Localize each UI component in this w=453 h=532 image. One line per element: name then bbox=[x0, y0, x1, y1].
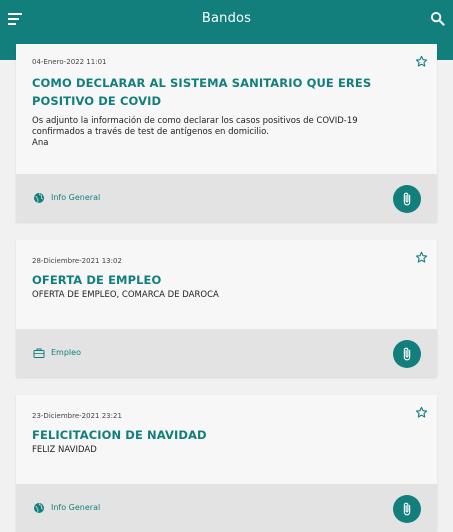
star-icon[interactable] bbox=[415, 55, 428, 68]
post-date: 23-Diciembre-2021 23:21 bbox=[32, 412, 122, 420]
category-label: Info General bbox=[51, 503, 101, 512]
attachment-button[interactable] bbox=[393, 340, 421, 368]
paperclip-icon bbox=[403, 192, 411, 206]
post-description: OFERTA DE EMPLEO, COMARCA DE DAROCA bbox=[32, 290, 219, 300]
post-footer: Info General bbox=[16, 484, 437, 532]
post-footer: Info General bbox=[16, 174, 437, 222]
star-icon[interactable] bbox=[415, 406, 428, 419]
page-title: Bandos bbox=[201, 11, 252, 26]
post-description: FELIZ NAVIDAD bbox=[32, 445, 97, 455]
post-card[interactable]: 04-Enero-2022 11:01 COMO DECLARAR AL SIS… bbox=[16, 44, 437, 222]
post-body[interactable]: 28-Diciembre-2021 13:02 OFERTA DE EMPLEO… bbox=[16, 240, 437, 301]
post-card[interactable]: 23-Diciembre-2021 23:21 FELICITACION DE … bbox=[16, 395, 437, 532]
post-footer: Empleo bbox=[16, 329, 437, 377]
post-title: FELICITACION DE NAVIDAD bbox=[32, 428, 207, 442]
search-icon[interactable] bbox=[430, 11, 445, 26]
category-label: Empleo bbox=[51, 348, 81, 357]
post-card[interactable]: 28-Diciembre-2021 13:02 OFERTA DE EMPLEO… bbox=[16, 240, 437, 377]
post-title: COMO DECLARAR AL SISTEMA SANITARIO QUE E… bbox=[32, 76, 372, 108]
post-date: 04-Enero-2022 11:01 bbox=[32, 58, 107, 66]
post-body[interactable]: 04-Enero-2022 11:01 COMO DECLARAR AL SIS… bbox=[16, 44, 437, 149]
globe-icon bbox=[34, 503, 44, 513]
post-title: OFERTA DE EMPLEO bbox=[32, 273, 162, 287]
post-date: 28-Diciembre-2021 13:02 bbox=[32, 257, 122, 265]
globe-icon bbox=[34, 193, 44, 203]
star-icon[interactable] bbox=[415, 251, 428, 264]
paperclip-icon bbox=[403, 502, 411, 516]
briefcase-icon bbox=[33, 348, 45, 358]
post-description: Os adjunto la información de como declar… bbox=[32, 116, 358, 148]
attachment-button[interactable] bbox=[393, 495, 421, 523]
post-body[interactable]: 23-Diciembre-2021 23:21 FELICITACION DE … bbox=[16, 395, 437, 456]
paperclip-icon bbox=[403, 347, 411, 361]
category-label: Info General bbox=[51, 193, 101, 202]
attachment-button[interactable] bbox=[393, 185, 421, 213]
